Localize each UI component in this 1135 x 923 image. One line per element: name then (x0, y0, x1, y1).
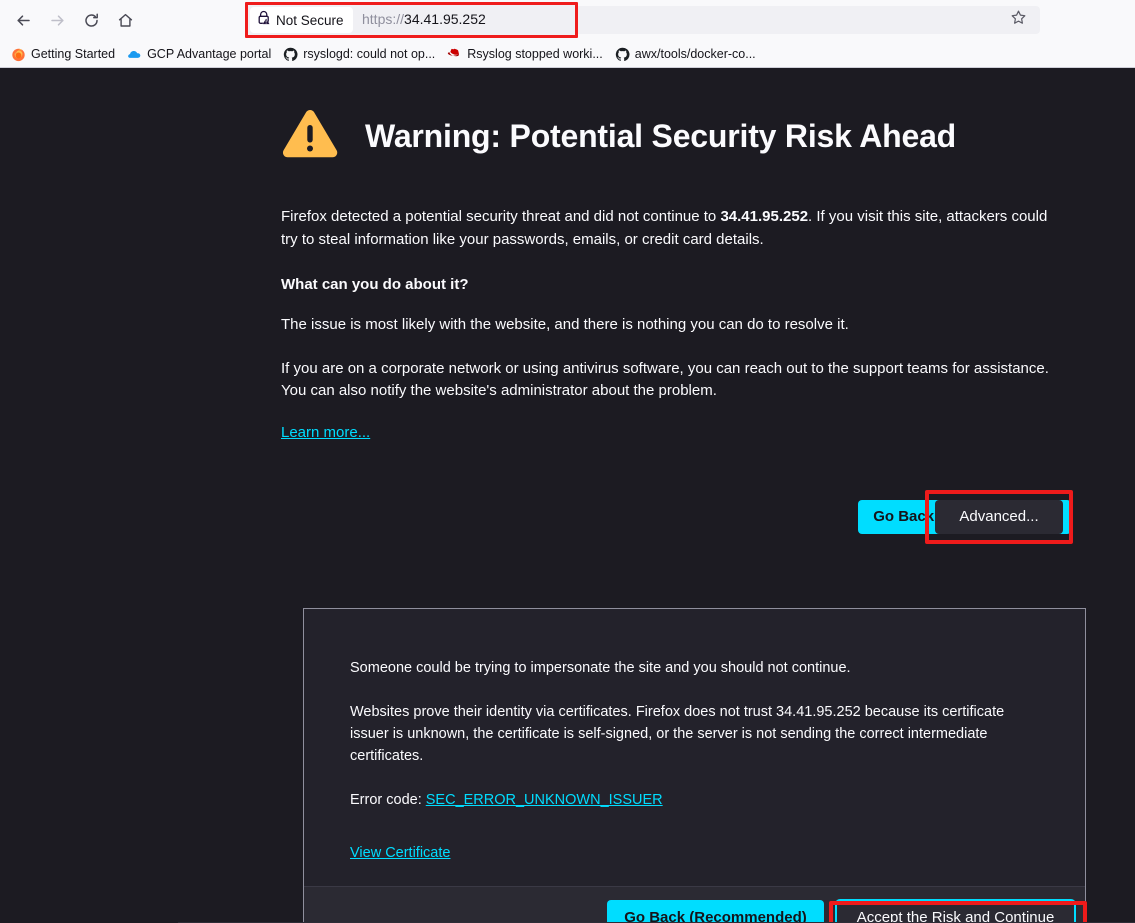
url-host: 34.41.95.252 (404, 11, 486, 27)
bookmark-awx-tools-docker-compose[interactable]: awx/tools/docker-co... (610, 45, 763, 64)
bookmark-getting-started[interactable]: Getting Started (6, 45, 122, 64)
error-code-line: Error code: SEC_ERROR_UNKNOWN_ISSUER (350, 789, 1039, 811)
bookmark-label: awx/tools/docker-co... (634, 47, 756, 61)
advanced-panel-body: Someone could be trying to impersonate t… (304, 609, 1085, 886)
url-input[interactable]: https://34.41.95.252 (362, 11, 486, 27)
go-back-button-bottom[interactable]: Go Back (Recommended) (607, 899, 824, 923)
github-icon (283, 47, 298, 62)
bookmark-rsyslogd-issue[interactable]: rsyslogd: could not op... (278, 45, 442, 64)
learn-more-link[interactable]: Learn more... (281, 424, 370, 441)
accept-risk-button[interactable]: Accept the Risk and Continue (835, 898, 1076, 923)
bookmark-label: Getting Started (31, 47, 116, 61)
padlock-warning-icon (257, 10, 271, 30)
star-icon (1010, 9, 1027, 31)
certificate-explanation: Websites prove their identity via certif… (350, 704, 1005, 765)
bookmark-label: GCP Advantage portal (147, 47, 272, 61)
site-identity-button[interactable]: Not Secure (250, 7, 353, 33)
bookmark-gcp-advantage-portal[interactable]: GCP Advantage portal (122, 45, 278, 64)
error-code-link[interactable]: SEC_ERROR_UNKNOWN_ISSUER (426, 792, 663, 808)
firefox-icon (11, 47, 26, 62)
redhat-icon (447, 47, 462, 62)
home-button[interactable] (108, 6, 142, 36)
warning-triangle-icon (281, 108, 339, 167)
url-scheme: https:// (362, 11, 405, 27)
threat-description-part1: Firefox detected a potential security th… (281, 208, 721, 225)
error-code-label: Error code: (350, 792, 426, 809)
advanced-panel: Someone could be trying to impersonate t… (303, 608, 1086, 923)
bookmark-star-button[interactable] (1003, 6, 1033, 34)
reload-button[interactable] (74, 6, 108, 36)
error-page: Warning: Potential Security Risk Ahead F… (0, 68, 1135, 923)
impersonation-warning: Someone could be trying to impersonate t… (350, 660, 851, 676)
threat-description: Firefox detected a potential security th… (281, 206, 1053, 251)
advanced-panel-footer: Go Back (Recommended) Accept the Risk an… (304, 886, 1085, 923)
bookmark-label: Rsyslog stopped worki... (467, 47, 603, 61)
advanced-button[interactable]: Advanced... (935, 500, 1063, 534)
back-button[interactable] (6, 6, 40, 36)
threat-host: 34.41.95.252 (720, 208, 809, 225)
error-page-content: Warning: Potential Security Risk Ahead F… (281, 106, 1071, 442)
page-title: Warning: Potential Security Risk Ahead (365, 118, 957, 155)
bookmarks-toolbar: Getting Started GCP Advantage portal rsy… (0, 41, 1135, 67)
forward-button[interactable] (40, 6, 74, 36)
error-page-body: Firefox detected a potential security th… (281, 206, 1071, 442)
bookmark-label: rsyslogd: could not op... (303, 47, 436, 61)
page-header: Warning: Potential Security Risk Ahead (281, 106, 1071, 167)
site-identity-label: Not Secure (276, 12, 344, 28)
corporate-network-advice: If you are on a corporate network or usi… (281, 359, 1049, 400)
view-certificate-link[interactable]: View Certificate (350, 845, 450, 861)
browser-chrome: Not Secure https://34.41.95.252 Getting (0, 0, 1135, 68)
what-can-you-do-heading: What can you do about it? (281, 276, 469, 293)
github-icon (615, 47, 630, 62)
view-certificate-wrapper: View Certificate (350, 844, 1039, 862)
bookmark-rsyslog-stopped-working[interactable]: Rsyslog stopped worki... (442, 45, 609, 64)
issue-explanation: The issue is most likely with the websit… (281, 316, 849, 333)
navigation-toolbar: Not Secure https://34.41.95.252 (0, 0, 1135, 41)
cloud-icon (127, 47, 142, 62)
